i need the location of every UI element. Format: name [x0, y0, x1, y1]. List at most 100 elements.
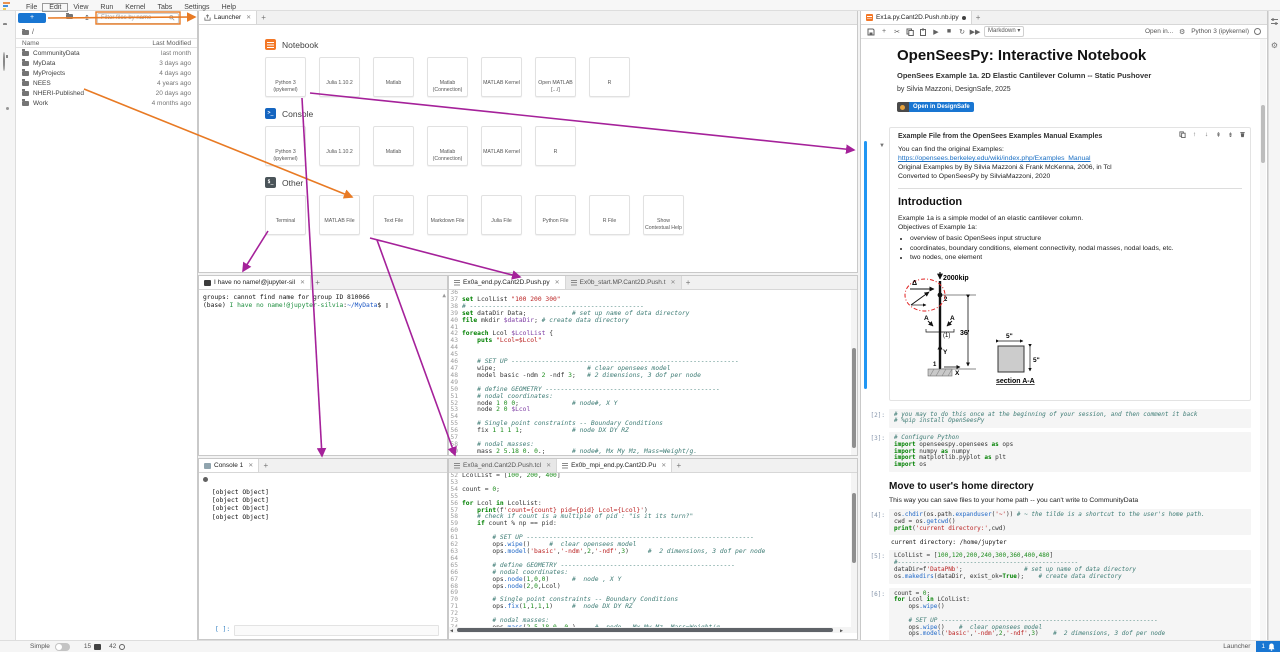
code-cell[interactable]: [4]: os.chdir(os.path.expanduser('~')) #… — [861, 509, 1253, 546]
scrollbar-vertical[interactable] — [851, 290, 857, 455]
launcher-card[interactable]: Terminal — [265, 195, 306, 235]
launcher-card[interactable]: MATLAB Kernel — [481, 57, 522, 97]
notebook-content[interactable]: ▼ OpenSeesPy: Interactive Notebook OpenS… — [861, 39, 1267, 640]
close-icon[interactable]: ✕ — [246, 14, 251, 21]
copy-icon[interactable] — [906, 28, 914, 36]
code-cell[interactable]: [2]: # you may to do this once at the be… — [861, 409, 1253, 429]
close-icon[interactable]: ✕ — [555, 279, 560, 286]
cell-input[interactable]: LColList = [100,120,200,240,300,360,400,… — [889, 550, 1251, 583]
tab-file-1[interactable]: Ex0a_end.Cant2D.Push.tcl ✕ — [449, 459, 557, 472]
new-tab-button[interactable]: + — [257, 11, 270, 24]
code-cell[interactable]: [6]: count = 0;for Lcol in LColList: ops… — [861, 588, 1253, 640]
markdown-cell[interactable]: Move to user's home directory This way y… — [889, 481, 1253, 505]
open-in-button[interactable]: Open in... — [1145, 28, 1173, 35]
launcher-card[interactable]: Markdown File — [427, 195, 468, 235]
tab-file-1[interactable]: Ex0a_end.py.Cant2D.Push.py ✕ — [449, 276, 566, 289]
running-kernels-icon[interactable] — [3, 53, 13, 63]
simple-mode-toggle[interactable] — [55, 643, 70, 651]
restart-run-all-icon[interactable]: ▶▶ — [971, 28, 979, 36]
new-launcher-button[interactable]: + — [18, 13, 46, 23]
stop-icon[interactable]: ■ — [945, 28, 953, 36]
markdown-cell[interactable]: ↑ ↓ ⇞ ⇟ Example File from the OpenSees E… — [889, 127, 1251, 401]
debugger-icon[interactable]: ⚙ — [1271, 42, 1278, 50]
column-name[interactable]: Name — [22, 40, 152, 47]
menu-item-view[interactable]: View — [67, 4, 94, 11]
file-row[interactable]: NEES 4 years ago — [16, 78, 197, 88]
new-tab-button[interactable]: + — [259, 459, 272, 472]
run-icon[interactable]: ▶ — [932, 28, 940, 36]
paste-icon[interactable] — [919, 28, 927, 36]
cell-type-dropdown[interactable]: Markdown ▾ — [984, 26, 1024, 37]
code-editor[interactable]: 36 37set LcolList "100 200 300"38# -----… — [449, 290, 857, 455]
scrollbar-vertical[interactable] — [851, 473, 857, 633]
file-row[interactable]: CommunityData last month — [16, 48, 197, 58]
examples-manual-link[interactable]: https://opensees.berkeley.edu/wiki/index… — [898, 154, 1242, 163]
launcher-card[interactable]: Python File — [535, 195, 576, 235]
menu-item-edit[interactable]: Edit — [43, 4, 67, 11]
insert-cell-icon[interactable]: + — [880, 28, 888, 36]
launcher-card[interactable]: Matlab (Connection) — [427, 126, 468, 166]
move-cell-down-icon[interactable]: ↓ — [1203, 131, 1210, 140]
file-browser-icon[interactable] — [3, 25, 13, 35]
file-list-header[interactable]: Name Last Modified — [16, 38, 197, 48]
kernel-name[interactable]: Python 3 (ipykernel) — [1191, 28, 1249, 35]
close-icon[interactable]: ✕ — [671, 279, 676, 286]
save-icon[interactable] — [867, 28, 875, 36]
menu-item-help[interactable]: Help — [216, 4, 242, 11]
file-row[interactable]: MyData 3 days ago — [16, 58, 197, 68]
menu-item-file[interactable]: File — [20, 4, 43, 11]
notifications-badge[interactable]: 1 — [1256, 641, 1280, 652]
extensions-icon[interactable] — [3, 109, 13, 119]
new-tab-button[interactable]: + — [672, 459, 685, 472]
new-tab-button[interactable]: + — [682, 276, 695, 289]
launcher-card[interactable]: Matlab — [373, 126, 414, 166]
launcher-card[interactable]: Python 3 (ipykernel) — [265, 126, 306, 166]
terminal-count[interactable]: 15 — [84, 643, 91, 650]
close-icon[interactable]: ✕ — [248, 462, 253, 469]
code-cell[interactable]: [5]: LColList = [100,120,200,240,300,360… — [861, 550, 1253, 583]
launcher-card[interactable]: Python 3 (ipykernel) — [265, 57, 306, 97]
launcher-card[interactable]: Text File — [373, 195, 414, 235]
kernel-count[interactable]: 42 — [109, 643, 116, 650]
scrollbar-horizontal[interactable]: ◀▶ — [449, 627, 851, 633]
tab-file-2[interactable]: Ex0b_start.MP.Cant2D.Push.t ✕ — [566, 276, 682, 289]
code-editor[interactable]: 52LcolList = [100, 200, 400]53 54count =… — [449, 473, 857, 633]
property-inspector-icon[interactable] — [1270, 17, 1279, 28]
file-row[interactable]: MyProjects 4 days ago — [16, 68, 197, 78]
insert-cell-above-icon[interactable]: ⇞ — [1215, 131, 1222, 140]
filter-files-input[interactable]: Filter files by name — [97, 13, 179, 24]
launcher-card[interactable]: R File — [589, 195, 630, 235]
restart-kernel-icon[interactable]: ↻ — [958, 28, 966, 36]
cut-icon[interactable]: ✂ — [893, 28, 901, 36]
cell-collapser-icon[interactable]: ▼ — [879, 143, 885, 149]
console-input[interactable] — [234, 625, 439, 636]
launcher-card[interactable]: Matlab (Connection) — [427, 57, 468, 97]
column-last-modified[interactable]: Last Modified — [152, 40, 191, 47]
new-tab-button[interactable]: + — [311, 276, 324, 289]
menu-item-tabs[interactable]: Tabs — [151, 4, 178, 11]
tab-console[interactable]: Console 1 ✕ — [199, 459, 259, 472]
terminal-output[interactable]: groups: cannot find name for group ID 81… — [199, 290, 447, 455]
launcher-card[interactable]: R — [589, 57, 630, 97]
close-icon[interactable]: ✕ — [661, 462, 666, 469]
unsaved-changes-icon[interactable] — [962, 16, 966, 20]
cell-input[interactable]: # you may to do this once at the beginni… — [889, 409, 1251, 429]
settings-gear-icon[interactable]: ⚙ — [1178, 28, 1186, 36]
tab-terminal[interactable]: I have no name!@jupyter-sil ✕ — [199, 276, 311, 289]
tab-notebook[interactable]: Ex1a.py.Cant2D.Push.nb.ipy — [861, 11, 972, 24]
upload-icon[interactable]: ↥ — [84, 14, 90, 22]
close-icon[interactable]: ✕ — [546, 462, 551, 469]
menu-item-run[interactable]: Run — [94, 4, 119, 11]
selected-cell-bar[interactable] — [864, 141, 867, 389]
insert-cell-below-icon[interactable]: ⇟ — [1227, 131, 1234, 140]
duplicate-cell-icon[interactable] — [1179, 131, 1186, 140]
tab-file-2[interactable]: Ex0b_mpi_end.py.Cant2D.Pu ✕ — [557, 459, 672, 472]
scrollbar-vertical[interactable] — [1260, 39, 1266, 640]
menu-item-kernel[interactable]: Kernel — [119, 4, 151, 11]
scroll-up-icon[interactable]: ▲ — [442, 292, 446, 300]
launcher-card[interactable]: Open MATLAB [.../] — [535, 57, 576, 97]
breadcrumb[interactable]: / — [16, 27, 197, 38]
code-cell[interactable]: [3]: # Configure Pythonimport openseespy… — [861, 432, 1253, 472]
open-in-designsafe-badge[interactable]: Open in DesignSafe — [897, 102, 974, 112]
launcher-card[interactable]: R — [535, 126, 576, 166]
